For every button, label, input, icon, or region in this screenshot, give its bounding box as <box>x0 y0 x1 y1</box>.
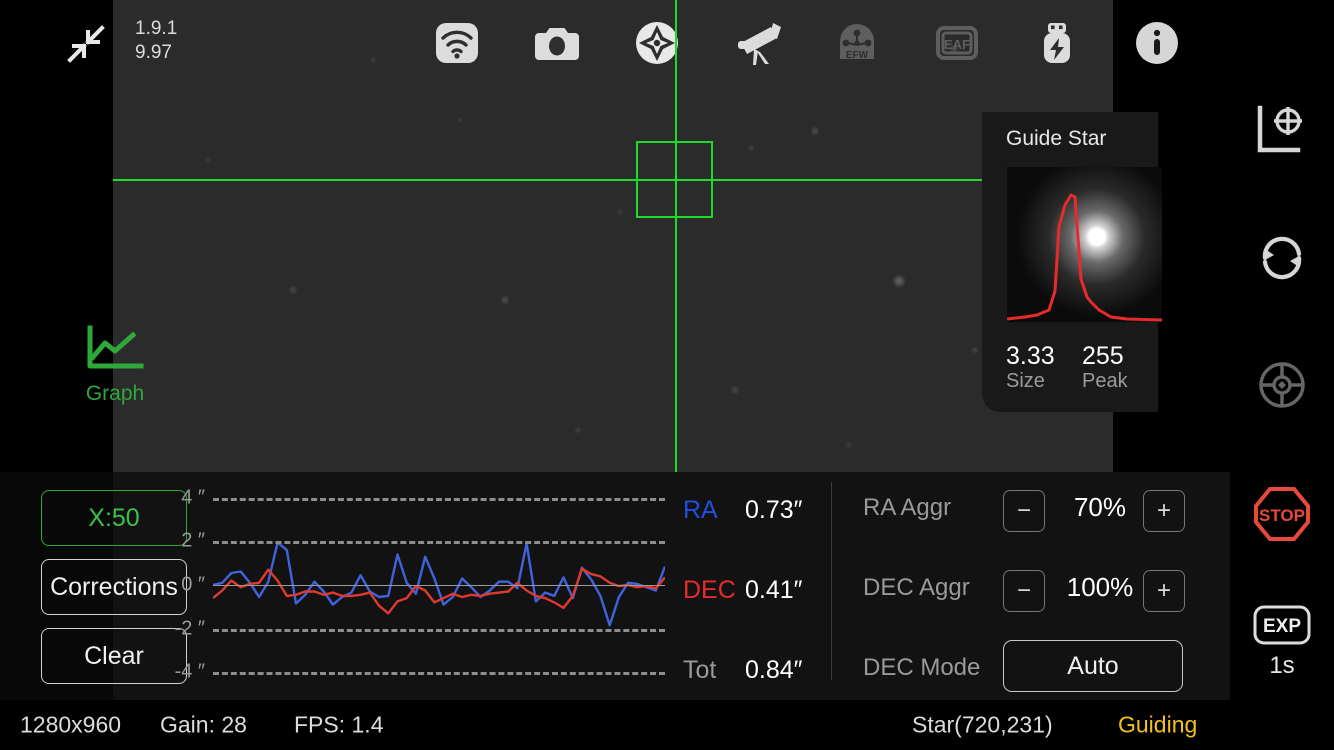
guide-controls: RA Aggr − 70% + DEC Aggr − 100% + DEC Mo… <box>860 476 1200 694</box>
status-fps: FPS: 1.4 <box>294 711 384 738</box>
stat-row-dec: DEC 0.41″ <box>683 570 803 610</box>
graph-button-column: X:50 Corrections Clear <box>41 490 187 697</box>
calibration-target-icon[interactable] <box>1256 104 1308 156</box>
guide-stats: RA 0.73″ DEC 0.41″ Tot 0.84″ <box>683 476 833 694</box>
stop-label: STOP <box>1259 506 1305 525</box>
graph-mode-label: Graph <box>85 382 145 405</box>
exposure-value: 1s <box>1269 652 1295 679</box>
status-guiding-state: Guiding <box>1118 711 1198 738</box>
stat-value-tot: 0.84″ <box>745 655 803 684</box>
ra-aggr-plus-button[interactable]: + <box>1143 490 1185 532</box>
guide-graph[interactable]: 4 ″ 2 ″ 0 ″ -2 ″ -4 ″ <box>175 476 667 694</box>
usb-power-icon[interactable] <box>1033 19 1081 67</box>
guide-star-peak-value: 255 <box>1082 342 1124 370</box>
stats-divider <box>831 482 832 680</box>
ra-aggr-value: 70% <box>1073 492 1127 522</box>
ra-aggr-minus-button[interactable]: − <box>1003 490 1045 532</box>
status-star-coords: Star(720,231) <box>912 711 1053 738</box>
y-axis-tick-label: 0 ″ <box>181 573 205 596</box>
telescope-icon[interactable] <box>733 19 791 67</box>
dec-mode-button[interactable]: Auto <box>1003 640 1183 692</box>
crosshair-horizontal <box>113 179 1003 181</box>
guide-star-size-label: Size <box>1006 370 1045 392</box>
stat-row-ra: RA 0.73″ <box>683 490 803 530</box>
star-profile-curve <box>1007 193 1162 322</box>
stat-row-tot: Tot 0.84″ <box>683 650 803 690</box>
exp-label: EXP <box>1263 616 1301 637</box>
line-chart-icon <box>87 325 144 369</box>
stat-value-ra: 0.73″ <box>745 495 803 524</box>
exposure-button[interactable]: EXP <box>1253 605 1311 645</box>
svg-text:EFW: EFW <box>846 50 869 61</box>
dec-aggr-plus-button[interactable]: + <box>1143 570 1185 612</box>
guide-star-peak-label: Peak <box>1082 370 1128 392</box>
svg-text:EAF: EAF <box>944 37 970 52</box>
eaf-icon[interactable]: EAF <box>933 19 981 67</box>
zero-line <box>213 585 665 586</box>
dec-aggr-value: 100% <box>1066 572 1134 602</box>
wifi-icon[interactable] <box>433 19 481 67</box>
dec-mode-label: DEC Mode <box>863 654 981 681</box>
graph-scale-button[interactable]: X:50 <box>41 490 187 546</box>
stop-button[interactable]: STOP <box>1252 484 1312 544</box>
gridline <box>213 672 665 676</box>
dec-aggr-minus-button[interactable]: − <box>1003 570 1045 612</box>
y-axis-tick-label: -2 ″ <box>174 617 205 640</box>
top-toolbar: 1.9.1 9.97 EFW EAF <box>113 0 1113 90</box>
status-bar: 1280x960 Gain: 28 FPS: 1.4 Star(720,231)… <box>0 700 1334 750</box>
gridline <box>213 497 665 501</box>
graph-mode-indicator[interactable]: Graph <box>60 325 170 406</box>
guide-star-panel: Guide Star 3.33 Size 255 Peak <box>982 112 1162 412</box>
collapse-arrows-icon[interactable] <box>62 20 110 68</box>
stat-label-dec: DEC <box>683 575 736 604</box>
guide-star-size-value: 3.33 <box>1006 342 1055 370</box>
gridline <box>213 628 665 632</box>
y-axis-tick-label: -4 ″ <box>174 660 205 683</box>
gridline <box>213 541 665 545</box>
stat-label-tot: Tot <box>683 655 717 684</box>
right-sidebar: STOP EXP 1s <box>1230 0 1334 750</box>
guiding-app-window: 1.9.1 9.97 EFW EAF Graph Guide Star 3.33… <box>0 0 1334 750</box>
status-resolution: 1280x960 <box>20 711 122 738</box>
dec-aggr-label: DEC Aggr <box>863 574 970 601</box>
stat-label-ra: RA <box>683 495 718 524</box>
info-icon[interactable] <box>1134 20 1180 66</box>
reticle-target-icon[interactable] <box>1256 359 1308 411</box>
ra-aggr-label: RA Aggr <box>863 494 952 521</box>
clear-button[interactable]: Clear <box>41 628 187 684</box>
stat-value-dec: 0.41″ <box>745 575 803 604</box>
camera-icon[interactable] <box>533 19 581 67</box>
corrections-button[interactable]: Corrections <box>41 559 187 615</box>
y-axis-tick-label: 2 ″ <box>181 529 205 552</box>
status-gain: Gain: 28 <box>160 711 247 738</box>
guide-icon[interactable] <box>633 19 681 67</box>
version-info: 1.9.1 9.97 <box>135 18 178 63</box>
efw-icon[interactable]: EFW <box>833 19 881 67</box>
y-axis-tick-label: 4 ″ <box>181 486 205 509</box>
refresh-loop-icon[interactable] <box>1256 232 1308 284</box>
guide-star-title: Guide Star <box>1006 127 1107 150</box>
